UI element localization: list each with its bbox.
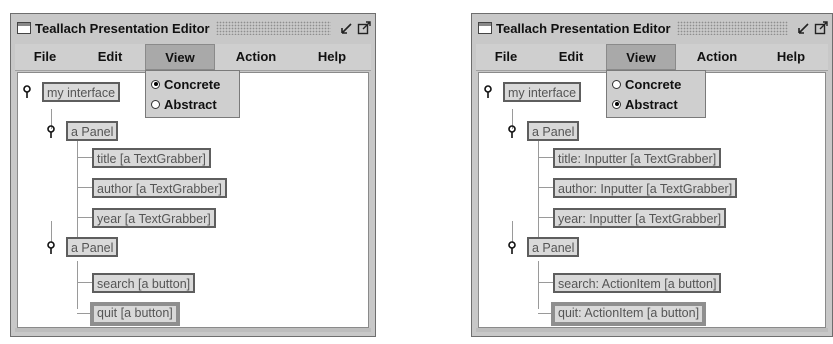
radio-icon <box>151 99 160 109</box>
tree-connector <box>538 139 539 237</box>
menu-edit[interactable]: Edit <box>75 44 145 70</box>
tree-connector <box>77 217 92 218</box>
menu-action[interactable]: Action <box>215 44 297 70</box>
view-menu-dropdown: Concrete Abstract <box>606 70 706 118</box>
tree-connector <box>538 282 553 283</box>
tree-node-selected[interactable]: quit [a button] <box>90 302 180 326</box>
maximize-icon[interactable] <box>814 21 828 35</box>
tree-node-leaf[interactable]: author [a TextGrabber] <box>92 178 227 198</box>
tree-node-panel[interactable]: a Panel <box>66 237 119 257</box>
tree-connector <box>77 282 92 283</box>
tree-node-selected[interactable]: quit: ActionItem [a button] <box>551 302 707 326</box>
tree-node-leaf[interactable]: search [a button] <box>92 273 196 293</box>
view-option-concrete[interactable]: Concrete <box>612 74 700 94</box>
tree-connector <box>77 261 78 309</box>
tree-node-leaf[interactable]: search: ActionItem [a button] <box>553 273 722 293</box>
minimize-icon[interactable] <box>797 21 811 35</box>
maximize-icon[interactable] <box>357 21 371 35</box>
tree-connector <box>512 221 513 243</box>
tree-node-leaf[interactable]: title: Inputter [a TextGrabber] <box>553 148 722 168</box>
tree-connector <box>77 139 78 237</box>
view-option-label: Concrete <box>164 76 221 92</box>
tree-handle-icon[interactable] <box>483 85 493 99</box>
title-bar[interactable]: Teallach Presentation Editor <box>15 17 371 39</box>
menu-file[interactable]: File <box>476 44 536 70</box>
tree-node-root[interactable]: my interface <box>42 82 121 102</box>
window-title: Teallach Presentation Editor <box>35 20 210 36</box>
window-title: Teallach Presentation Editor <box>496 20 671 36</box>
menu-bar: File Edit View Action Help <box>15 44 371 71</box>
tree-node-leaf[interactable]: year: Inputter [a TextGrabber] <box>553 208 727 228</box>
view-option-label: Abstract <box>164 96 217 112</box>
window-icon <box>17 22 31 34</box>
window-bottom-border <box>15 328 371 332</box>
tree-handle-icon[interactable] <box>507 125 517 139</box>
view-option-abstract[interactable]: Abstract <box>612 94 700 114</box>
tree-connector <box>538 261 539 309</box>
tree-node-leaf[interactable]: title [a TextGrabber] <box>92 148 211 168</box>
editor-window-abstract: Teallach Presentation Editor File Edit V… <box>471 13 833 337</box>
menu-action[interactable]: Action <box>676 44 758 70</box>
editor-window-concrete: Teallach Presentation Editor File Edit V… <box>10 13 376 337</box>
title-bar[interactable]: Teallach Presentation Editor <box>476 17 828 39</box>
tree-node-panel[interactable]: a Panel <box>66 121 119 141</box>
tree-connector <box>538 217 553 218</box>
tree-handle-icon[interactable] <box>46 241 56 255</box>
view-option-label: Concrete <box>625 76 682 92</box>
title-bar-stipple <box>676 21 788 35</box>
tree-node-panel[interactable]: a Panel <box>527 237 580 257</box>
minimize-icon[interactable] <box>340 21 354 35</box>
tree-handle-icon[interactable] <box>507 241 517 255</box>
menu-help[interactable]: Help <box>758 44 824 70</box>
tree-node-panel[interactable]: a Panel <box>527 121 580 141</box>
tree-node-root[interactable]: my interface <box>503 82 582 102</box>
view-menu-dropdown: Concrete Abstract <box>145 70 240 118</box>
menu-edit[interactable]: Edit <box>536 44 606 70</box>
radio-icon <box>151 79 160 89</box>
tree-handle-icon[interactable] <box>46 125 56 139</box>
tree-connector <box>538 157 553 158</box>
window-icon <box>478 22 492 34</box>
window-bottom-border <box>476 328 828 332</box>
tree-connector <box>51 221 52 243</box>
view-option-abstract[interactable]: Abstract <box>151 94 234 114</box>
menu-view[interactable]: View <box>606 44 676 70</box>
tree-connector <box>77 187 92 188</box>
view-option-label: Abstract <box>625 96 678 112</box>
menu-help[interactable]: Help <box>297 44 367 70</box>
tree-handle-icon[interactable] <box>22 85 32 99</box>
radio-icon <box>612 79 621 89</box>
menu-file[interactable]: File <box>15 44 75 70</box>
tree-node-leaf[interactable]: year [a TextGrabber] <box>92 208 216 228</box>
menu-view[interactable]: View <box>145 44 215 70</box>
radio-icon <box>612 99 621 109</box>
title-bar-stipple <box>215 21 331 35</box>
menu-bar: File Edit View Action Help <box>476 44 828 71</box>
view-option-concrete[interactable]: Concrete <box>151 74 234 94</box>
tree-node-leaf[interactable]: author: Inputter [a TextGrabber] <box>553 178 738 198</box>
tree-connector <box>77 157 92 158</box>
tree-connector <box>538 187 553 188</box>
